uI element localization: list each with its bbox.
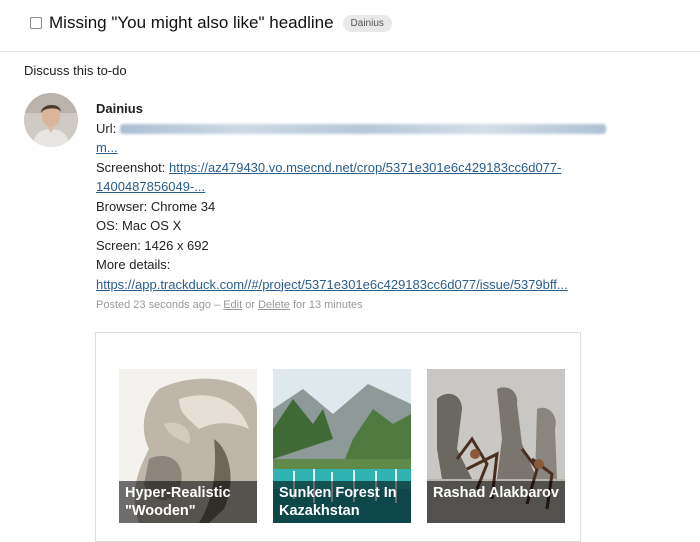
screen-info: Screen: 1426 x 692 bbox=[96, 237, 209, 253]
more-details-line: https://app.trackduck.com//#/project/537… bbox=[96, 275, 656, 295]
screenshot-link-tail[interactable]: 1400487856049-... bbox=[96, 179, 205, 194]
delete-link[interactable]: Delete bbox=[258, 299, 290, 311]
todo-row: Missing "You might also like" headline D… bbox=[30, 10, 392, 36]
avatar-photo-icon bbox=[24, 93, 78, 147]
recommendation-card[interactable]: Rashad Alakbarov bbox=[427, 369, 565, 523]
discussion-heading: Discuss this to-do bbox=[24, 63, 127, 78]
comment: Dainius Url: m... Screenshot: https://az… bbox=[96, 99, 656, 316]
recommendation-card[interactable]: Hyper-Realistic "Wooden" bbox=[119, 369, 257, 523]
edit-link[interactable]: Edit bbox=[223, 299, 242, 311]
recommendations-widget: Hyper-Realistic "Wooden" Sunken Forest I… bbox=[95, 332, 581, 542]
url-link-tail[interactable]: m... bbox=[96, 140, 118, 155]
screenshot-label: Screenshot: bbox=[96, 159, 166, 175]
todo-checkbox[interactable] bbox=[30, 17, 42, 29]
meta-or: or bbox=[242, 299, 259, 311]
url-link-blurred[interactable] bbox=[119, 124, 606, 135]
meta-separator: – bbox=[210, 299, 224, 311]
url-line: Url: bbox=[96, 119, 656, 139]
recommendation-title: Rashad Alakbarov bbox=[427, 481, 565, 523]
more-details-link[interactable]: https://app.trackduck.com//#/project/537… bbox=[96, 277, 568, 292]
recommendation-card[interactable]: Sunken Forest In Kazakhstan bbox=[273, 369, 411, 523]
todo-title[interactable]: Missing "You might also like" headline bbox=[49, 13, 334, 33]
comment-author[interactable]: Dainius bbox=[96, 99, 656, 119]
divider bbox=[0, 51, 700, 52]
comment-meta: Posted 23 seconds ago – Edit or Delete f… bbox=[96, 296, 656, 316]
meta-duration: for 13 minutes bbox=[289, 299, 363, 311]
recommendation-title: Hyper-Realistic "Wooden" bbox=[119, 481, 257, 523]
recommendation-title: Sunken Forest In Kazakhstan bbox=[273, 481, 411, 523]
screenshot-line-2: 1400487856049-... bbox=[96, 177, 656, 197]
posted-time: Posted 23 seconds ago bbox=[96, 299, 211, 311]
url-line-2: m... bbox=[96, 138, 656, 158]
os-info: OS: Mac OS X bbox=[96, 218, 182, 233]
assignee-tag[interactable]: Dainius bbox=[342, 14, 392, 32]
screenshot-link[interactable]: https://az479430.vo.msecnd.net/crop/5371… bbox=[169, 160, 561, 175]
avatar bbox=[24, 93, 78, 147]
browser-info: Browser: Chrome 34 bbox=[96, 198, 216, 214]
more-details-label: More details: bbox=[96, 257, 171, 272]
screenshot-line: Screenshot: https://az479430.vo.msecnd.n… bbox=[96, 158, 656, 178]
url-label: Url: bbox=[96, 120, 117, 136]
